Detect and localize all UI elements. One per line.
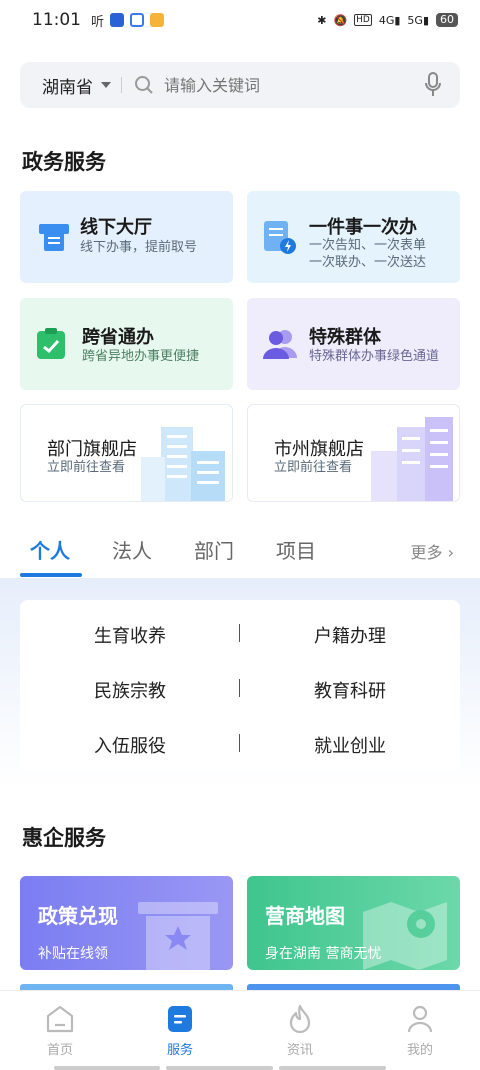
people-group-icon [263, 330, 297, 359]
category-item[interactable]: 民族宗教 [30, 677, 230, 703]
tab-legal-person[interactable]: 法人 [112, 535, 152, 564]
mute-icon: 🔕 [333, 13, 348, 27]
city-towers-illustration-icon [371, 417, 453, 501]
bottom-nav: 首页 服务 资讯 我的 [0, 990, 480, 1070]
cross-province-card[interactable]: 跨省通办 跨省异地办事更便捷 [20, 298, 233, 390]
caret-down-icon[interactable] [101, 82, 111, 88]
home-icon [46, 1005, 74, 1033]
notification-icons: 听 [91, 11, 165, 30]
chevron-right-icon: › [447, 543, 454, 562]
special-groups-title: 特殊群体 [309, 327, 381, 348]
business-map-card[interactable]: 营商地图 身在湖南 营商无忧 [247, 876, 460, 970]
status-bar: 11:01 听 ✱ 🔕 HD 4G▮ 5G▮ 60 [0, 0, 480, 40]
signal-4g-icon: 4G▮ [378, 13, 401, 27]
gesture-bar [166, 1066, 273, 1070]
category-item[interactable]: 教育科研 [250, 677, 450, 703]
nav-services-label: 服务 [166, 1043, 193, 1058]
nav-news[interactable]: 资讯 [270, 1003, 330, 1058]
battery-icon: 60 [436, 13, 458, 27]
biz-section-title: 惠企服务 [22, 826, 106, 850]
more-link[interactable]: 更多 › [410, 539, 454, 563]
special-groups-card[interactable]: 特殊群体 特殊群体办事绿色通道 [247, 298, 460, 390]
nav-profile[interactable]: 我的 [390, 1003, 450, 1058]
nav-news-label: 资讯 [286, 1043, 313, 1058]
weibo-notification-icon [150, 13, 165, 27]
business-map-title: 营商地图 [265, 904, 345, 928]
cross-province-title: 跨省通办 [82, 327, 154, 348]
flame-icon [289, 1004, 311, 1034]
policy-redemption-title: 政策兑现 [38, 904, 118, 928]
dept-flagship-title: 部门旗舰店 [47, 439, 137, 460]
one-thing-subtitle-2: 一次联办、一次送达 [309, 255, 427, 270]
search-bar: 湖南省 [20, 62, 460, 108]
nav-home-label: 首页 [46, 1043, 73, 1058]
tab-project[interactable]: 项目 [276, 535, 316, 564]
category-item[interactable]: 户籍办理 [250, 622, 450, 648]
search-input[interactable] [164, 75, 424, 95]
user-icon [407, 1005, 433, 1033]
service-tabs: 个人 法人 部门 项目 更多 › [0, 525, 480, 577]
city-flagship-subtitle: 立即前往查看 [274, 460, 353, 475]
search-divider [121, 77, 122, 93]
zhihu-notification-icon: 听 [91, 14, 105, 30]
nav-profile-label: 我的 [406, 1043, 433, 1058]
category-item[interactable]: 入伍服役 [30, 732, 230, 758]
bluetooth-icon: ✱ [317, 13, 327, 27]
browser-notification-icon [130, 13, 145, 27]
category-divider [239, 679, 240, 697]
dept-flagship-card[interactable]: 部门旗舰店 立即前往查看 [20, 404, 233, 502]
policy-redemption-subtitle: 补贴在线领 [38, 946, 108, 962]
nav-services[interactable]: 服务 [150, 1003, 210, 1058]
category-item[interactable]: 生育收养 [30, 622, 230, 648]
offline-hall-subtitle: 线下办事，提前取号 [80, 240, 198, 255]
one-thing-title: 一件事一次办 [309, 217, 417, 238]
category-divider [239, 624, 240, 642]
tab-department[interactable]: 部门 [194, 535, 234, 564]
gesture-bar [54, 1066, 160, 1070]
clipboard-check-icon [37, 328, 65, 359]
document-flash-icon [264, 221, 296, 254]
system-icons: ✱ 🔕 HD 4G▮ 5G▮ 60 [317, 13, 458, 27]
city-flagship-card[interactable]: 市州旗舰店 立即前往查看 [247, 404, 460, 502]
category-panel: 生育收养 户籍办理 民族宗教 教育科研 入伍服役 就业创业 [20, 600, 460, 770]
services-icon [168, 1006, 192, 1032]
one-thing-subtitle-1: 一次告知、一次表单 [309, 238, 427, 253]
app-notification-icon [110, 13, 125, 27]
gesture-bar [279, 1066, 386, 1070]
cross-province-subtitle: 跨省异地办事更便捷 [82, 349, 200, 364]
microphone-icon[interactable] [424, 72, 442, 98]
active-tab-indicator [20, 573, 82, 577]
dept-flagship-subtitle: 立即前往查看 [47, 460, 126, 475]
signal-5g-icon: 5G▮ [407, 13, 429, 27]
status-time: 11:01 [32, 10, 81, 30]
province-selector[interactable]: 湖南省 [42, 73, 93, 98]
building-illustration-icon [141, 427, 225, 501]
policy-redemption-card[interactable]: 政策兑现 补贴在线领 [20, 876, 233, 970]
category-divider [239, 734, 240, 752]
offline-hall-title: 线下大厅 [80, 217, 152, 238]
more-label: 更多 [410, 543, 443, 562]
ticket-machine-icon [39, 224, 69, 251]
tab-personal[interactable]: 个人 [30, 535, 70, 564]
search-icon [135, 76, 153, 94]
city-flagship-title: 市州旗舰店 [274, 439, 364, 460]
category-item[interactable]: 就业创业 [250, 732, 450, 758]
offline-hall-card[interactable]: 线下大厅 线下办事，提前取号 [20, 191, 233, 283]
nav-home[interactable]: 首页 [30, 1003, 90, 1058]
hd-icon: HD [354, 14, 372, 26]
gov-section-title: 政务服务 [22, 150, 106, 174]
one-thing-card[interactable]: 一件事一次办 一次告知、一次表单 一次联办、一次送达 [247, 191, 460, 283]
business-map-subtitle: 身在湖南 营商无忧 [265, 946, 382, 962]
special-groups-subtitle: 特殊群体办事绿色通道 [309, 349, 440, 364]
